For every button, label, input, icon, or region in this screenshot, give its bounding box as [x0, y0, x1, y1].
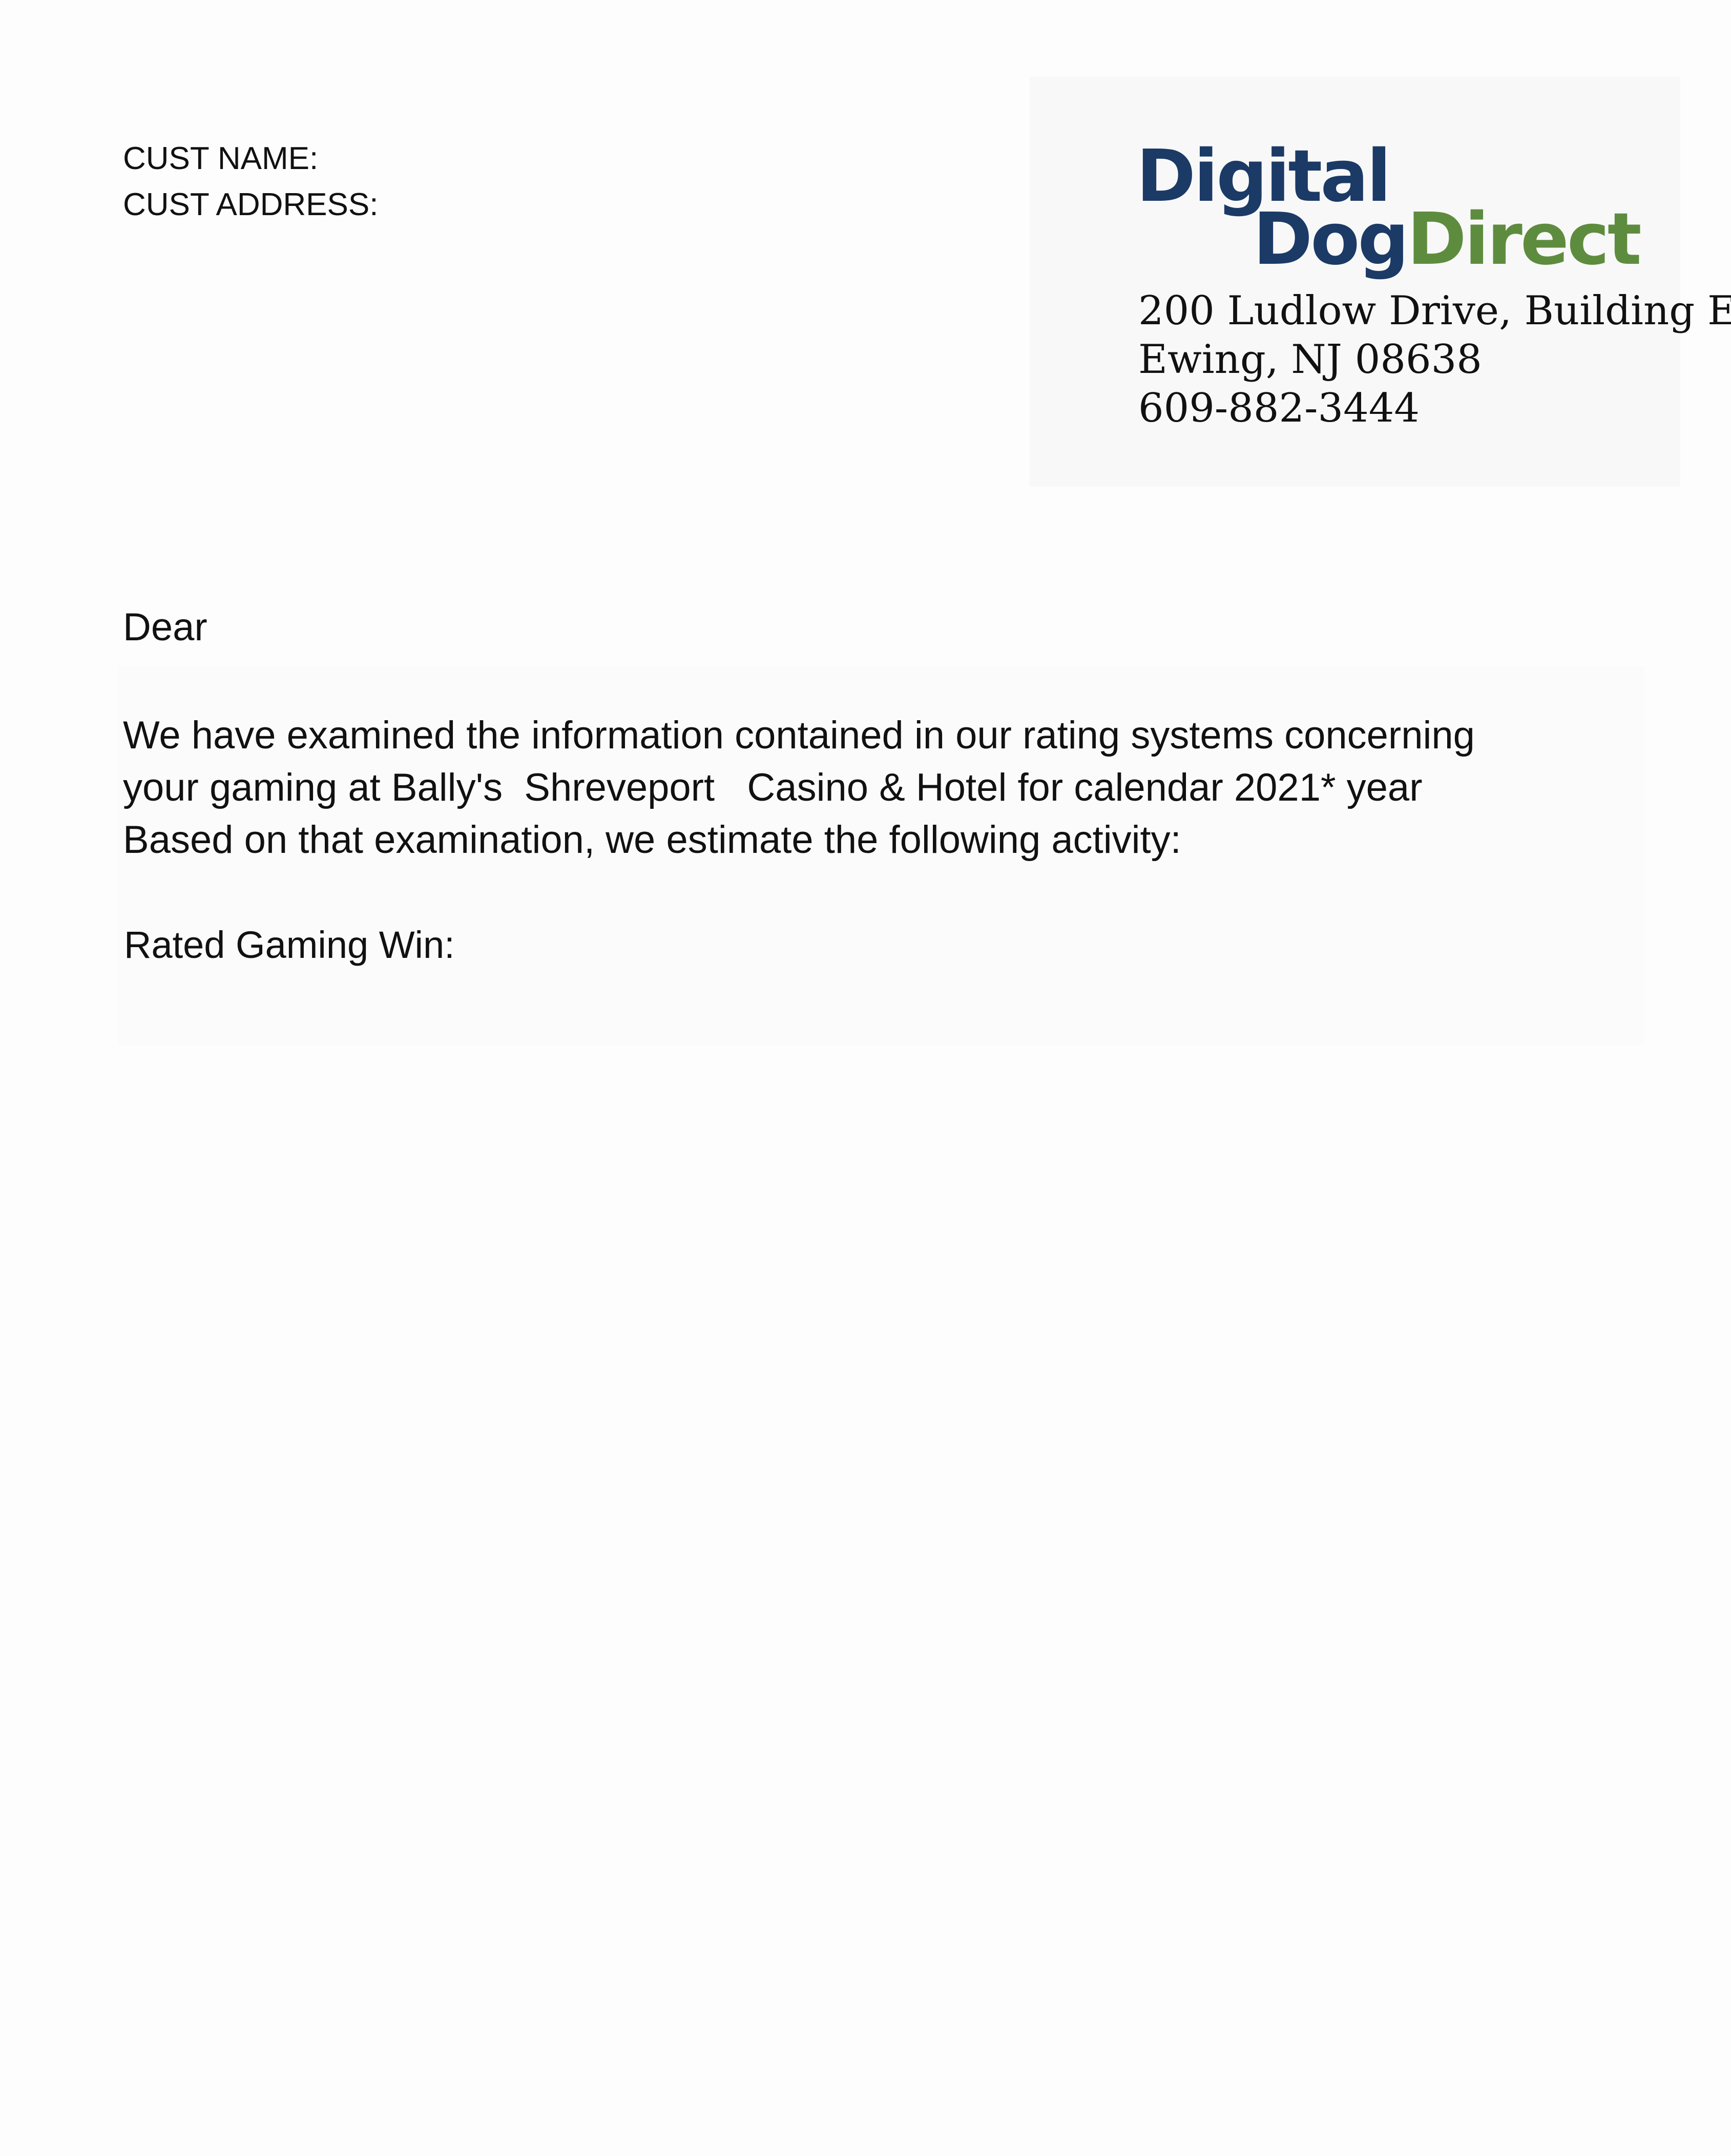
company-street: 200 Ludlow Drive, Building E [1138, 288, 1731, 334]
customer-name-label: CUST NAME: [123, 141, 319, 176]
letter-body-line-2: your gaming at Bally's Shreveport Casino… [123, 766, 1423, 809]
logo-line-dogdirect: DogDirect [1253, 198, 1642, 281]
letter-page: CUST NAME: CUST ADDRESS: Digital DogDire… [0, 0, 1731, 2156]
company-phone: 609-882-3444 [1138, 385, 1420, 431]
letter-body-line-1: We have examined the information contain… [123, 714, 1475, 757]
logo-word-dog: Dog [1253, 198, 1409, 281]
company-logo: Digital DogDirect [1136, 138, 1642, 287]
customer-block: CUST NAME: CUST ADDRESS: [123, 136, 378, 228]
logo-word-direct: Direct [1407, 198, 1642, 281]
company-city-state-zip: Ewing, NJ 08638 [1138, 337, 1482, 383]
letter-body-line-3: Based on that examination, we estimate t… [123, 818, 1181, 862]
letter-body: We have examined the information contain… [123, 709, 1475, 866]
company-address: 200 Ludlow Drive, Building E Ewing, NJ 0… [1138, 287, 1731, 433]
rated-gaming-win-label: Rated Gaming Win: [124, 924, 455, 966]
salutation: Dear [123, 605, 207, 649]
customer-address-label: CUST ADDRESS: [123, 187, 379, 222]
